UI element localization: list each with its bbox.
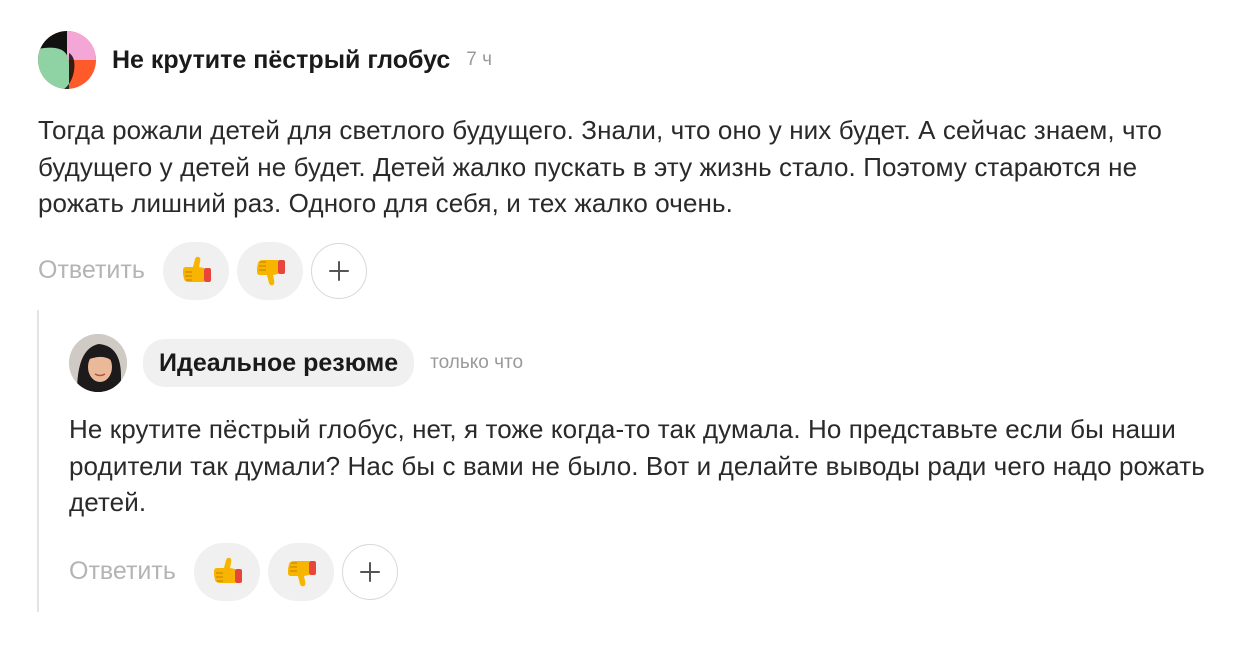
timestamp: 7 ч — [466, 49, 493, 70]
comment: Не крутите пёстрый глобус 7 ч Тогда рожа… — [38, 30, 1228, 300]
add-reaction-button[interactable] — [310, 242, 367, 299]
thumbs-down-icon — [256, 259, 285, 285]
comment-header: Не крутите пёстрый глобус 7 ч — [38, 30, 1228, 90]
avatar[interactable] — [38, 31, 96, 89]
comment-text: Не крутите пёстрый глобус, нет, я тоже к… — [69, 414, 1205, 517]
author-name[interactable]: Идеальное резюме — [159, 349, 398, 378]
plus-icon — [359, 561, 380, 582]
avatar-abstract-image — [38, 31, 96, 89]
reply-thread: Идеальное резюме только что Не крутите п… — [37, 310, 1229, 612]
dislike-button[interactable] — [267, 542, 334, 601]
comment-actions: Ответить — [38, 241, 1228, 300]
thumbs-up-icon — [213, 557, 242, 583]
add-reaction-button[interactable] — [341, 543, 398, 600]
timestamp: только что — [430, 352, 524, 373]
thumbs-down-icon — [287, 560, 316, 586]
like-button[interactable] — [193, 542, 260, 601]
comment-actions: Ответить — [69, 542, 1219, 601]
author-name[interactable]: Не крутите пёстрый глобус — [112, 46, 450, 75]
avatar-photo-image — [69, 334, 127, 392]
plus-icon — [328, 260, 349, 281]
comment-text: Тогда рожали детей для светлого будущего… — [38, 115, 1162, 218]
reply-comment: Идеальное резюме только что Не крутите п… — [69, 332, 1219, 601]
thumbs-up-icon — [182, 256, 211, 282]
author-name-pill[interactable]: Идеальное резюме — [143, 339, 415, 387]
reply-button[interactable]: Ответить — [69, 557, 176, 586]
avatar[interactable] — [69, 334, 127, 392]
dislike-button[interactable] — [236, 241, 303, 300]
like-button[interactable] — [162, 241, 229, 300]
reply-button[interactable]: Ответить — [38, 256, 145, 285]
reply-header: Идеальное резюме только что — [69, 332, 1219, 394]
